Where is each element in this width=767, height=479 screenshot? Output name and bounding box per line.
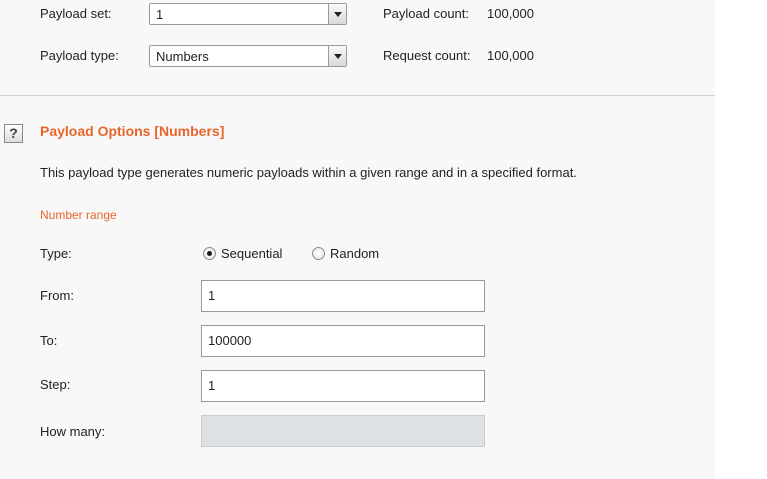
payload-set-value: 1: [156, 7, 164, 22]
payload-type-value: Numbers: [156, 49, 209, 64]
step-label: Step:: [40, 377, 71, 392]
from-field[interactable]: 1: [201, 280, 485, 312]
payload-count-label: Payload count:: [383, 6, 470, 21]
how-many-label: How many:: [40, 424, 106, 439]
section-title: Payload Options [Numbers]: [40, 123, 225, 139]
help-icon[interactable]: ?: [4, 124, 23, 143]
how-many-field: [201, 415, 485, 447]
section-divider: [0, 95, 715, 96]
step-field[interactable]: 1: [201, 370, 485, 402]
sequential-radio-label[interactable]: Sequential: [221, 246, 282, 261]
number-range-heading: Number range: [40, 208, 117, 222]
random-radio[interactable]: [312, 247, 325, 260]
request-count-label: Request count:: [383, 48, 471, 63]
chevron-down-icon[interactable]: [328, 46, 346, 66]
to-label: To:: [40, 333, 58, 348]
payload-set-label: Payload set:: [40, 6, 112, 21]
section-description: This payload type generates numeric payl…: [40, 165, 577, 180]
payload-type-label: Payload type:: [40, 48, 119, 63]
chevron-down-icon[interactable]: [328, 4, 346, 24]
payload-count-value: 100,000: [487, 6, 534, 21]
request-count-value: 100,000: [487, 48, 534, 63]
from-label: From:: [40, 288, 74, 303]
to-field[interactable]: 100000: [201, 325, 485, 357]
sequential-radio[interactable]: [203, 247, 216, 260]
payload-set-select[interactable]: 1: [149, 3, 347, 25]
type-label: Type:: [40, 246, 72, 261]
payload-type-select[interactable]: Numbers: [149, 45, 347, 67]
payload-panel: [0, 0, 715, 479]
random-radio-label[interactable]: Random: [330, 246, 379, 261]
